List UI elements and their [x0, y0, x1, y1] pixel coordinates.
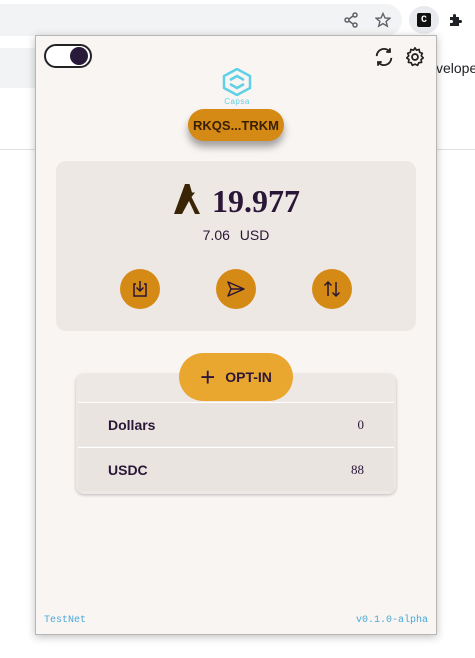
opt-in-button[interactable]: + OPT-IN — [179, 353, 293, 401]
swap-button[interactable] — [312, 269, 352, 309]
algo-balance: 19.977 — [212, 183, 300, 219]
refresh-icon[interactable] — [372, 45, 396, 69]
algo-balance-row: 19.977 — [56, 183, 416, 220]
send-button[interactable] — [216, 269, 256, 309]
wallet-popup: Capsa RKQS...TRKM 19.977 7.06 USD Dollar… — [35, 35, 437, 635]
asset-row-dollars[interactable]: Dollars 0 — [78, 402, 394, 446]
puzzle-icon[interactable] — [445, 10, 465, 30]
asset-name: Dollars — [108, 416, 156, 433]
receive-button[interactable] — [120, 269, 160, 309]
asset-name: USDC — [108, 461, 148, 478]
capsa-logo-icon — [222, 68, 252, 96]
toggle-knob — [70, 47, 88, 65]
background-page-element — [0, 48, 36, 88]
capsa-logo: Capsa — [221, 68, 253, 108]
algorand-icon — [172, 183, 202, 220]
extension-c-button[interactable]: C — [409, 6, 439, 34]
send-icon — [227, 281, 245, 297]
balance-card: 19.977 7.06 USD — [56, 161, 416, 331]
swap-icon — [323, 280, 341, 298]
asset-row-usdc[interactable]: USDC 88 — [78, 447, 394, 491]
version-label: v0.1.0-alpha — [355, 615, 428, 626]
browser-toolbar: C — [0, 0, 475, 38]
star-icon[interactable] — [373, 10, 393, 30]
opt-in-label: OPT-IN — [225, 369, 272, 385]
extension-c-icon: C — [417, 13, 431, 27]
theme-toggle[interactable] — [44, 44, 92, 68]
usd-value: 7.06 — [202, 227, 230, 243]
share-icon[interactable] — [341, 10, 361, 30]
network-label: TestNet — [44, 615, 87, 626]
plus-icon: + — [200, 362, 216, 392]
settings-gear-icon[interactable] — [403, 45, 427, 69]
download-icon — [133, 281, 147, 297]
brand-name: Capsa — [224, 97, 250, 106]
usd-label: USD — [239, 227, 270, 243]
account-address-button[interactable]: RKQS...TRKM — [188, 109, 284, 141]
asset-amount: 0 — [357, 416, 365, 432]
background-page-text: veloper — [436, 60, 475, 76]
asset-amount: 88 — [351, 461, 364, 477]
usd-balance-row: 7.06 USD — [56, 227, 416, 243]
